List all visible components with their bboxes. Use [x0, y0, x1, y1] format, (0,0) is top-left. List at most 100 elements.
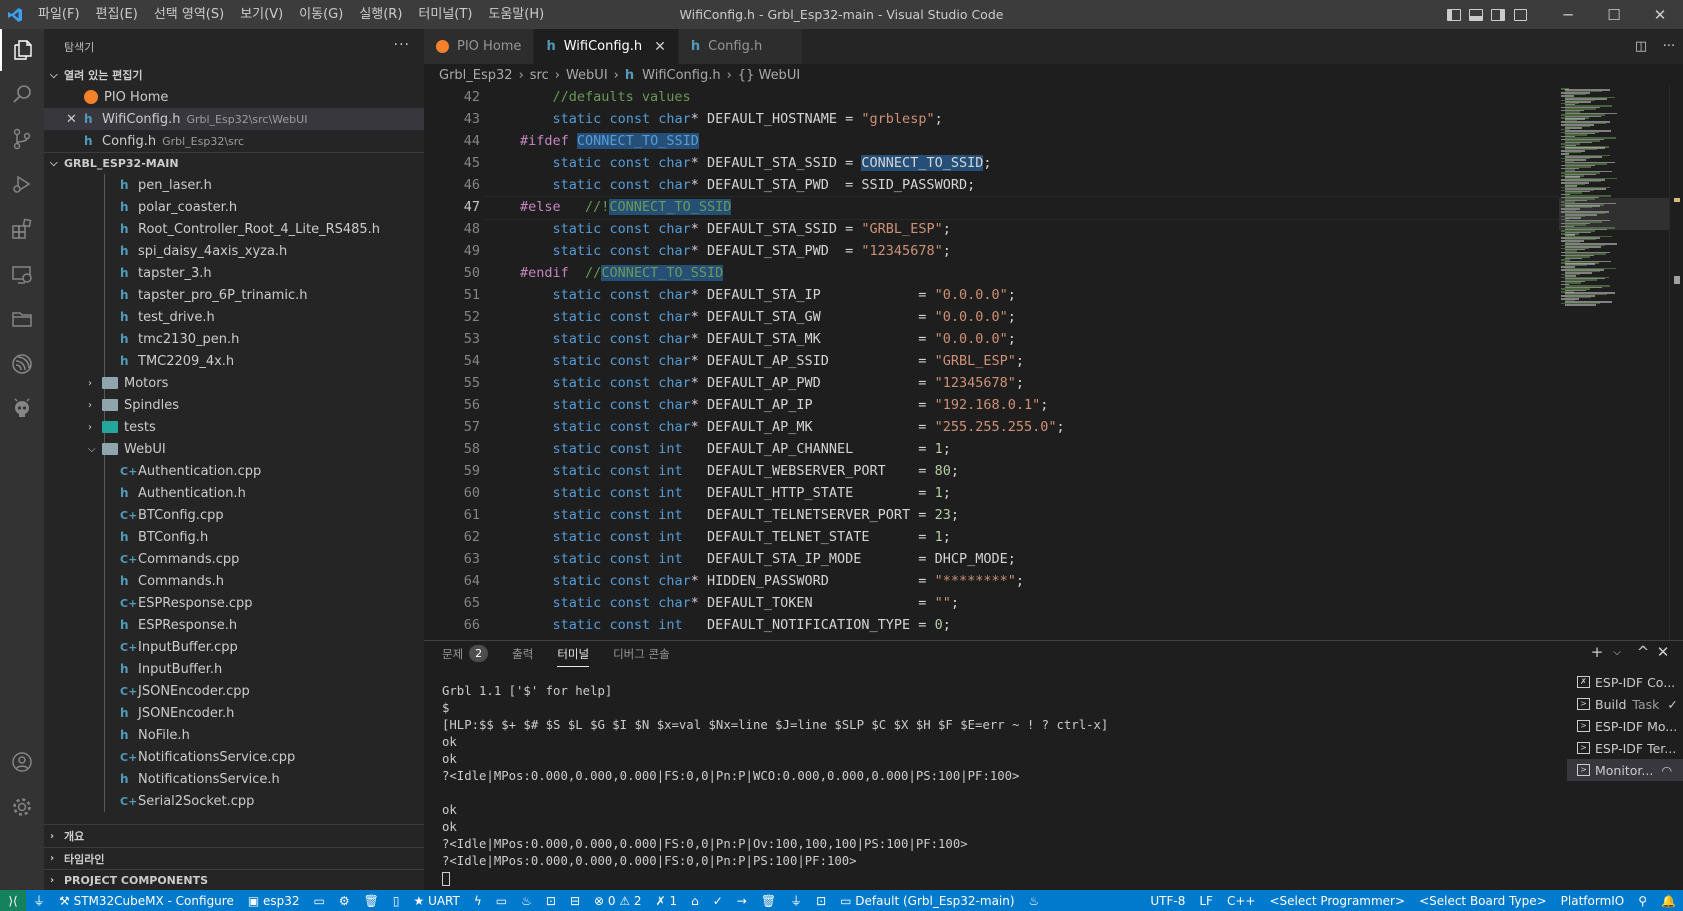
breadcrumb-item[interactable]: WifiConfig.h	[642, 68, 720, 83]
search-icon[interactable]	[0, 73, 44, 115]
toggle-panel-icon[interactable]	[1465, 0, 1487, 29]
tab-debug-console[interactable]: 디버그 콘솔	[613, 641, 670, 666]
trash-icon[interactable]: 🗑	[357, 894, 386, 908]
menu-file[interactable]: 파일(F)	[30, 0, 88, 29]
file-tree-item[interactable]: h spi_daisy_4axis_xyza.h	[44, 240, 424, 262]
minimap[interactable]	[1559, 86, 1669, 640]
file-tree-item[interactable]: h Commands.h	[44, 570, 424, 592]
new-terminal-status-icon[interactable]: ⊡	[809, 894, 833, 908]
code-line[interactable]: 47 #else //!CONNECT_TO_SSID	[424, 196, 1559, 220]
file-tree-item[interactable]: h NotificationsService.h	[44, 768, 424, 790]
code-line[interactable]: 59 static const int DEFAULT_WEBSERVER_PO…	[424, 460, 1559, 482]
close-icon[interactable]: ✕	[1637, 0, 1683, 29]
terminal-icon[interactable]: ⊡	[539, 894, 563, 908]
file-tree-item[interactable]: C+ Commands.cpp	[44, 548, 424, 570]
tab-config[interactable]: h Config.h	[678, 29, 804, 64]
open-editors-header[interactable]: ⌵ 열려 있는 편집기	[44, 64, 424, 86]
code-line[interactable]: 45 static const char* DEFAULT_STA_SSID =…	[424, 152, 1559, 174]
code-line[interactable]: 66 static const int DEFAULT_NOTIFICATION…	[424, 614, 1559, 636]
file-tree-item[interactable]: h BTConfig.h	[44, 526, 424, 548]
eol-button[interactable]: LF	[1192, 894, 1220, 908]
file-tree-item[interactable]: h tmc2130_pen.h	[44, 328, 424, 350]
terminal-list-item[interactable]: > ESP-IDF Ter...	[1567, 737, 1683, 759]
fire-icon[interactable]: ♨	[514, 894, 539, 908]
select-board-button[interactable]: <Select Board Type>	[1412, 894, 1554, 908]
folder-item[interactable]: ⌵ WebUI	[44, 438, 424, 460]
espressif-icon[interactable]	[0, 343, 44, 385]
file-tree-item[interactable]: h NoFile.h	[44, 724, 424, 746]
menu-view[interactable]: 보기(V)	[232, 0, 291, 29]
tab-wificonfig[interactable]: h WifiConfig.h ✕	[534, 29, 679, 64]
breadcrumb-item[interactable]: WebUI	[566, 68, 608, 83]
close-panel-icon[interactable]: ✕	[1653, 643, 1673, 661]
tab-pio-home[interactable]: PIO Home	[424, 29, 535, 64]
menu-run[interactable]: 실행(R)	[351, 0, 410, 29]
home-icon[interactable]: ⌂	[684, 894, 706, 908]
code-line[interactable]: 54 static const char* DEFAULT_AP_SSID = …	[424, 350, 1559, 372]
file-tree-item[interactable]: C+ InputBuffer.cpp	[44, 636, 424, 658]
serial-plug-icon[interactable]: ⏚	[783, 892, 809, 909]
customize-layout-icon[interactable]	[1509, 0, 1531, 29]
terminal-list-item[interactable]: ✗ ESP-IDF Co...	[1567, 671, 1683, 693]
outline-header[interactable]: › 개요	[44, 825, 424, 847]
notifications-bell-icon[interactable]: 🔔	[1654, 894, 1683, 908]
file-tree-item[interactable]: h Authentication.h	[44, 482, 424, 504]
clean-trash-icon[interactable]: 🗑	[754, 894, 783, 908]
platformio-icon[interactable]	[0, 388, 44, 430]
flame-icon[interactable]: ♨	[1022, 894, 1047, 908]
close-tab-icon[interactable]: ✕	[654, 39, 666, 55]
close-editor-icon[interactable]: ✕	[66, 112, 84, 127]
folder-item[interactable]: › Motors	[44, 372, 424, 394]
code-line[interactable]: 65 static const char* DEFAULT_TOKEN = ""…	[424, 592, 1559, 614]
menu-help[interactable]: 도움말(H)	[480, 0, 552, 29]
tab-problems[interactable]: 문제 2	[442, 641, 489, 666]
file-tree-item[interactable]: h InputBuffer.h	[44, 658, 424, 680]
terminal-list-item[interactable]: > Monitor... ◠	[1567, 759, 1683, 781]
file-tree-item[interactable]: h pen_laser.h	[44, 174, 424, 196]
project-header[interactable]: ⌵ GRBL_ESP32-MAIN	[44, 152, 424, 174]
plug-icon[interactable]: ⏚	[26, 892, 52, 909]
manage-gear-icon[interactable]	[0, 786, 44, 828]
source-control-icon[interactable]	[0, 118, 44, 160]
project-env-button[interactable]: ▭ Default (Grbl_Esp32-main)	[833, 894, 1021, 908]
more-actions-icon[interactable]: ···	[1655, 39, 1683, 54]
select-programmer-button[interactable]: <Select Programmer>	[1262, 894, 1412, 908]
tab-output[interactable]: 출력	[512, 641, 533, 666]
breadcrumb-item[interactable]: Grbl_Esp32	[439, 68, 513, 83]
code-line[interactable]: 53 static const char* DEFAULT_STA_MK = "…	[424, 328, 1559, 350]
code-line[interactable]: 62 static const int DEFAULT_TELNET_STATE…	[424, 526, 1559, 548]
problems-status[interactable]: ⊗ 0 ⚠ 2	[587, 894, 649, 908]
stm32cubemx-button[interactable]: ⚒ STM32CubeMX - Configure	[52, 894, 241, 908]
code-line[interactable]: 52 static const char* DEFAULT_STA_GW = "…	[424, 306, 1559, 328]
code-line[interactable]: 57 static const char* DEFAULT_AP_MK = "2…	[424, 416, 1559, 438]
terminal-output[interactable]: Grbl 1.1 ['$' for help] $ [HLP:$$ $+ $# $S…	[442, 683, 1562, 887]
folder-item[interactable]: › Spindles	[44, 394, 424, 416]
code-line[interactable]: 56 static const char* DEFAULT_AP_IP = "1…	[424, 394, 1559, 416]
encoding-button[interactable]: UTF-8	[1143, 894, 1192, 908]
monitor-icon[interactable]: ▭	[489, 894, 514, 908]
file-tree-item[interactable]: C+ NotificationsService.cpp	[44, 746, 424, 768]
file-tree-item[interactable]: C+ ESPResponse.cpp	[44, 592, 424, 614]
split-editor-icon[interactable]: ◫	[1627, 39, 1655, 54]
esp32-target-button[interactable]: ▣ esp32	[241, 894, 307, 908]
menu-go[interactable]: 이동(G)	[291, 0, 351, 29]
tab-terminal[interactable]: 터미널	[557, 641, 589, 667]
code-line[interactable]: 46 static const char* DEFAULT_STA_PWD = …	[424, 174, 1559, 196]
code-line[interactable]: 55 static const char* DEFAULT_AP_PWD = "…	[424, 372, 1559, 394]
folder-item[interactable]: › tests	[44, 416, 424, 438]
toggle-secondary-sidebar-icon[interactable]	[1487, 0, 1509, 29]
code-line[interactable]: 42 //defaults values	[424, 86, 1559, 108]
terminal-list-item[interactable]: > Build Task ✓	[1567, 693, 1683, 715]
open-editor-item-wificonfig[interactable]: ✕ h WifiConfig.h Grbl_Esp32\src\WebUI	[44, 108, 424, 130]
uart-button[interactable]: ★ UART	[406, 894, 466, 908]
file-tree-item[interactable]: h Root_Controller_Root_4_Lite_RS485.h	[44, 218, 424, 240]
gear-icon[interactable]: ⚙	[332, 894, 357, 908]
run-debug-icon[interactable]	[0, 163, 44, 205]
terminal-list-item[interactable]: > ESP-IDF Mo...	[1567, 715, 1683, 737]
editor-scrollbar[interactable]	[1669, 86, 1683, 640]
code-line[interactable]: 64 static const char* HIDDEN_PASSWORD = …	[424, 570, 1559, 592]
platformio-button[interactable]: PlatformIO	[1554, 894, 1632, 908]
build-check-icon[interactable]: ✓	[706, 894, 730, 908]
more-actions-icon[interactable]: ···	[394, 37, 410, 53]
explorer-icon[interactable]	[0, 29, 44, 71]
